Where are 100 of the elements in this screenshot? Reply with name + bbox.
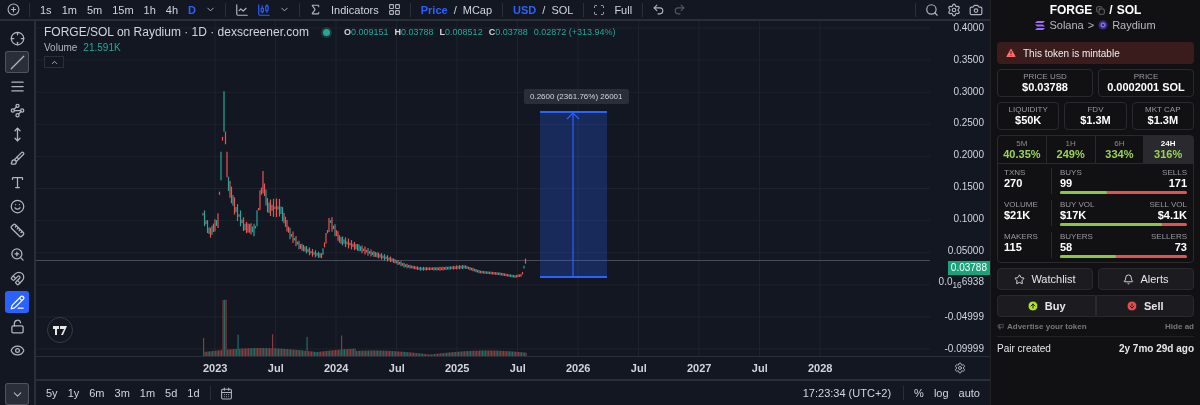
trade-button[interactable]: Buy: [997, 295, 1096, 317]
chain-logo-icon: [1035, 20, 1046, 30]
bell-icon: [1123, 273, 1135, 285]
token-symbol: FORGE: [1049, 3, 1093, 17]
card-label: PRICE USD: [1023, 72, 1067, 81]
time-tick: Jul: [387, 362, 406, 374]
timeframe-button[interactable]: D: [184, 1, 201, 18]
stat-value: 58: [1060, 241, 1073, 253]
clock-text: 17:23:34 (UTC+2): [802, 387, 893, 399]
action-button[interactable]: Alerts: [1098, 268, 1194, 290]
price-tick: 0.3000: [953, 84, 984, 99]
chevron-down-icon[interactable]: [5, 383, 29, 405]
time-tick: 2025: [444, 362, 471, 374]
price-tick: 0.4000: [953, 21, 984, 35]
price-tick: 0.1000: [953, 211, 984, 226]
time-tick: 2027: [686, 362, 713, 374]
stat-value: 73: [1174, 241, 1187, 253]
dex-logo-icon: [1098, 20, 1109, 30]
price-tick: 0.2500: [953, 116, 984, 131]
separator-slash: /: [453, 3, 457, 16]
range-button[interactable]: 3m: [110, 385, 134, 401]
range-button[interactable]: 1y: [63, 385, 84, 401]
full-button[interactable]: Full: [610, 1, 637, 18]
timeframe-button[interactable]: 15m: [108, 1, 138, 18]
period-tab[interactable]: 24H 316%: [1144, 136, 1193, 163]
price-tick: 0.0$_{16}$6938: [938, 275, 984, 293]
stat-value: $4.1K: [1157, 209, 1187, 221]
separator-slash: /: [542, 3, 546, 16]
currency-toggle[interactable]: USD: [509, 1, 541, 18]
quote-symbol: SOL: [1116, 3, 1142, 17]
range-button[interactable]: 1m: [135, 385, 160, 401]
pair-separator: /: [1109, 3, 1113, 17]
ohlc-value: C0.03788: [488, 27, 528, 37]
stat-value: $21K: [1004, 209, 1032, 221]
advertise-link[interactable]: Advertise your token: [997, 322, 1087, 331]
dex-link[interactable]: Raydium: [1112, 19, 1156, 31]
price-tick: -0.09999: [944, 341, 984, 356]
ohlc-value: O0.009151: [344, 27, 389, 37]
add-icon[interactable]: [4, 2, 23, 17]
time-tick: 2023: [202, 362, 229, 374]
card-value: $50K: [1015, 114, 1042, 126]
star-icon: [1014, 273, 1026, 285]
range-button[interactable]: 6m: [85, 385, 109, 401]
hide-ad-link[interactable]: Hide ad: [1165, 322, 1194, 331]
time-tick: Jul: [508, 362, 527, 374]
currency-toggle[interactable]: SOL: [547, 1, 578, 18]
card-value: $1.3M: [1080, 114, 1111, 126]
time-tick: Jul: [750, 362, 769, 374]
stat-label: TXNS: [1004, 168, 1027, 177]
pencil-icon[interactable]: [5, 291, 29, 313]
stat-value: 171: [1168, 177, 1187, 189]
chart-title: FORGE/SOL on Raydium · 1D · dexscreener.com: [44, 25, 309, 39]
time-tick: Jul: [629, 362, 648, 374]
period-tab[interactable]: 5M 40.35%: [998, 136, 1047, 163]
price-mode-toggle[interactable]: MCap: [458, 1, 497, 18]
time-tick: 2024: [323, 362, 350, 374]
card-label: LIQUIDITY: [1008, 105, 1048, 114]
scale-option[interactable]: auto: [954, 385, 984, 401]
price-tick: 0.2000: [953, 148, 984, 163]
stat-label: VOLUME: [1004, 200, 1039, 209]
status-dot: [323, 28, 330, 36]
chain-link[interactable]: Solana: [1049, 19, 1084, 31]
price-mode-toggle[interactable]: Price: [416, 1, 452, 18]
time-tick: 2026: [565, 362, 592, 374]
price-tick: 0.1500: [953, 180, 984, 194]
card-label: PRICE: [1133, 72, 1159, 81]
range-button[interactable]: 5d: [161, 385, 182, 401]
card-value: 0.0002001 SOL: [1107, 81, 1185, 93]
timeframe-button[interactable]: 1h: [139, 1, 160, 18]
trade-button[interactable]: Sell: [1095, 295, 1194, 317]
range-button[interactable]: 5y: [42, 385, 62, 401]
time-tick: Jul: [266, 362, 285, 374]
stat-label: MAKERS: [1004, 232, 1039, 241]
card-label: MKT CAP: [1145, 105, 1181, 114]
card-value: $1.3M: [1147, 114, 1179, 126]
warning-text: This token is mintable: [1023, 47, 1120, 59]
scale-option[interactable]: %: [910, 385, 928, 401]
stat-value: 99: [1060, 177, 1073, 189]
period-tab[interactable]: 1H 249%: [1046, 136, 1096, 163]
warning-icon: [1005, 47, 1017, 59]
action-button[interactable]: Watchlist: [997, 268, 1093, 290]
stat-value: 115: [1004, 241, 1023, 253]
price-tick: 0.05000: [947, 243, 984, 258]
timeframe-button[interactable]: 4h: [161, 1, 183, 18]
card-value: $0.03788: [1022, 81, 1068, 93]
stat-label: SELL VOL: [1149, 200, 1187, 209]
scale-option[interactable]: log: [929, 385, 953, 401]
timeframe-button[interactable]: 1m: [57, 1, 81, 18]
indicators-button[interactable]: Indicators: [327, 1, 383, 18]
timeframe-button[interactable]: 5m: [82, 1, 107, 18]
volume-value: 21.591K: [83, 42, 121, 53]
change-value: 0.02872 (+313.94%): [533, 27, 616, 37]
stat-label: BUY VOL: [1060, 200, 1095, 209]
timeframe-button[interactable]: 1s: [36, 1, 56, 18]
megaphone-icon: [997, 323, 1004, 330]
copy-icon[interactable]: [1096, 5, 1106, 15]
ohlc-value: H0.03788: [394, 27, 434, 37]
pair-created-value: 2y 7mo 29d ago: [1118, 343, 1194, 354]
stat-value: 270: [1004, 177, 1024, 189]
range-button[interactable]: 1d: [183, 385, 204, 401]
